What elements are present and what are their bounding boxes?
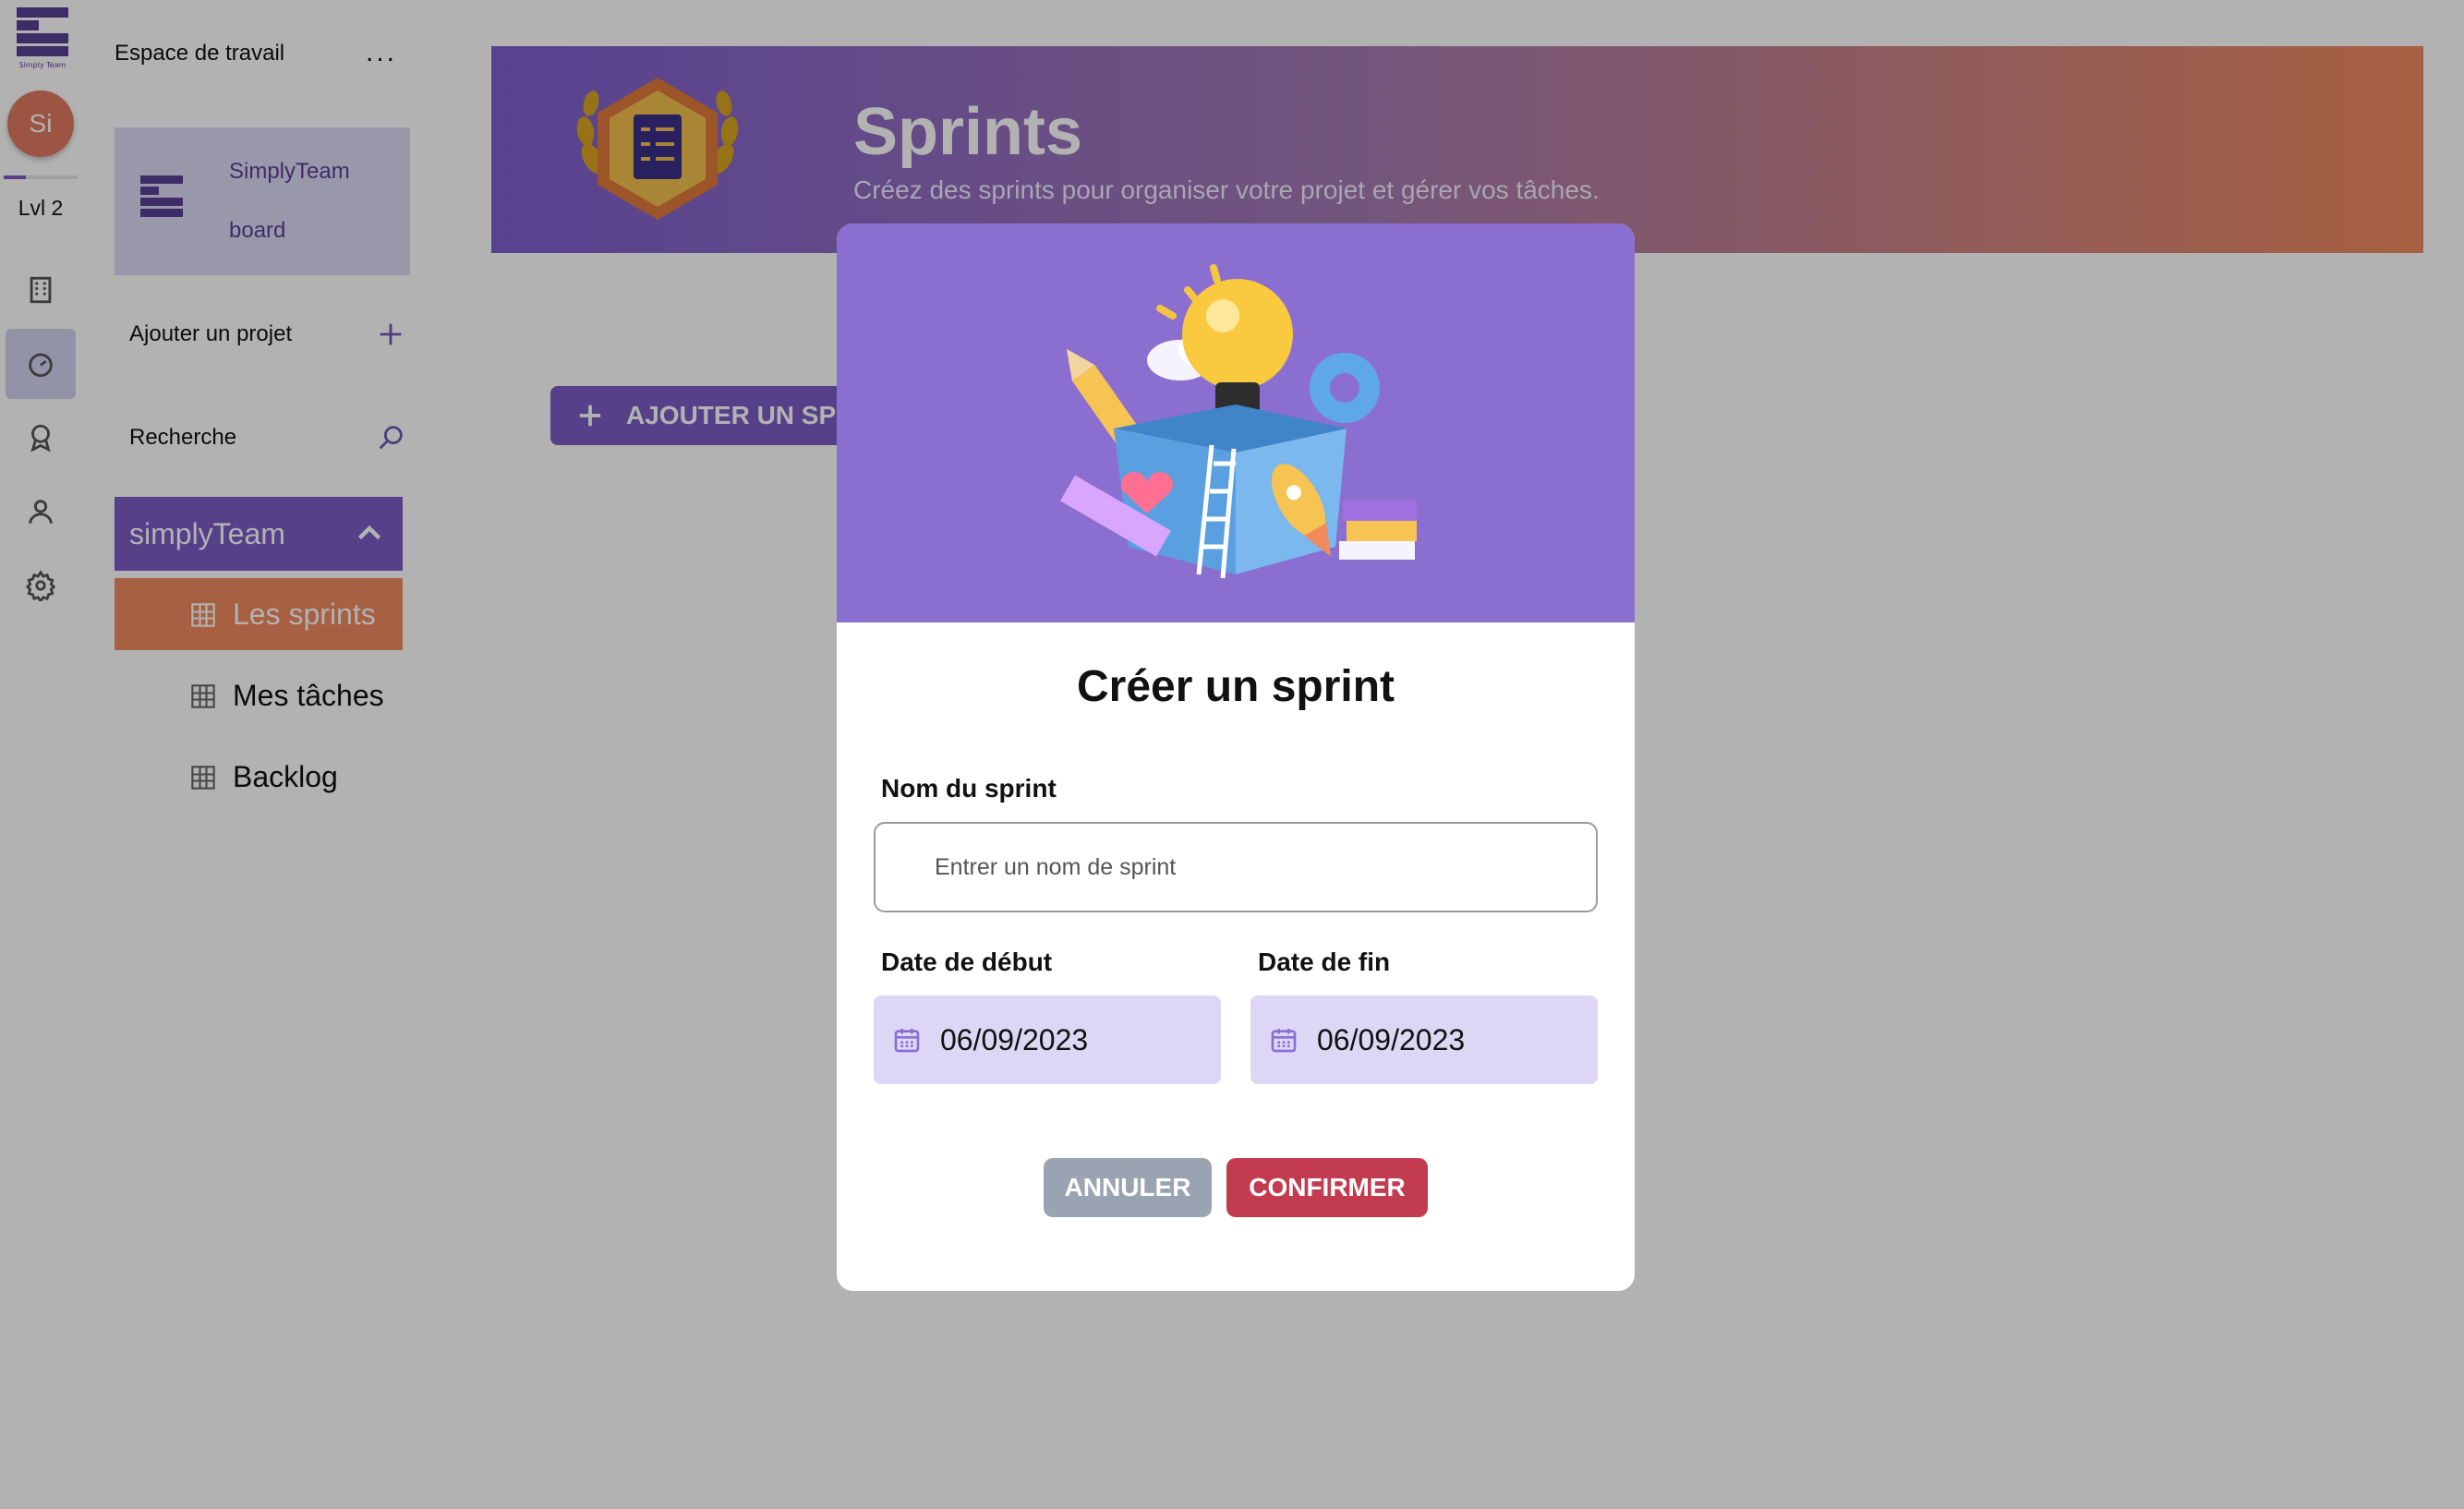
calendar-icon	[892, 1025, 922, 1055]
create-sprint-modal: Créer un sprint Nom du sprint Date de dé…	[837, 223, 1635, 1291]
modal-title: Créer un sprint	[1076, 662, 1395, 711]
confirm-button[interactable]: CONFIRMER	[1226, 1158, 1428, 1217]
sprint-name-label: Nom du sprint	[881, 774, 1057, 803]
cancel-button[interactable]: ANNULER	[1044, 1158, 1212, 1217]
start-date-value: 06/09/2023	[940, 1022, 1089, 1056]
end-date-value: 06/09/2023	[1317, 1022, 1466, 1056]
idea-box-illustration	[1060, 264, 1417, 579]
modal-illustration	[837, 223, 1635, 622]
end-date-label: Date de fin	[1258, 948, 1391, 976]
sprint-name-input[interactable]	[874, 822, 1598, 912]
start-date-label: Date de début	[881, 948, 1053, 976]
calendar-icon	[1269, 1025, 1298, 1055]
end-date-field[interactable]: 06/09/2023	[1250, 996, 1598, 1084]
start-date-field[interactable]: 06/09/2023	[874, 996, 1221, 1084]
